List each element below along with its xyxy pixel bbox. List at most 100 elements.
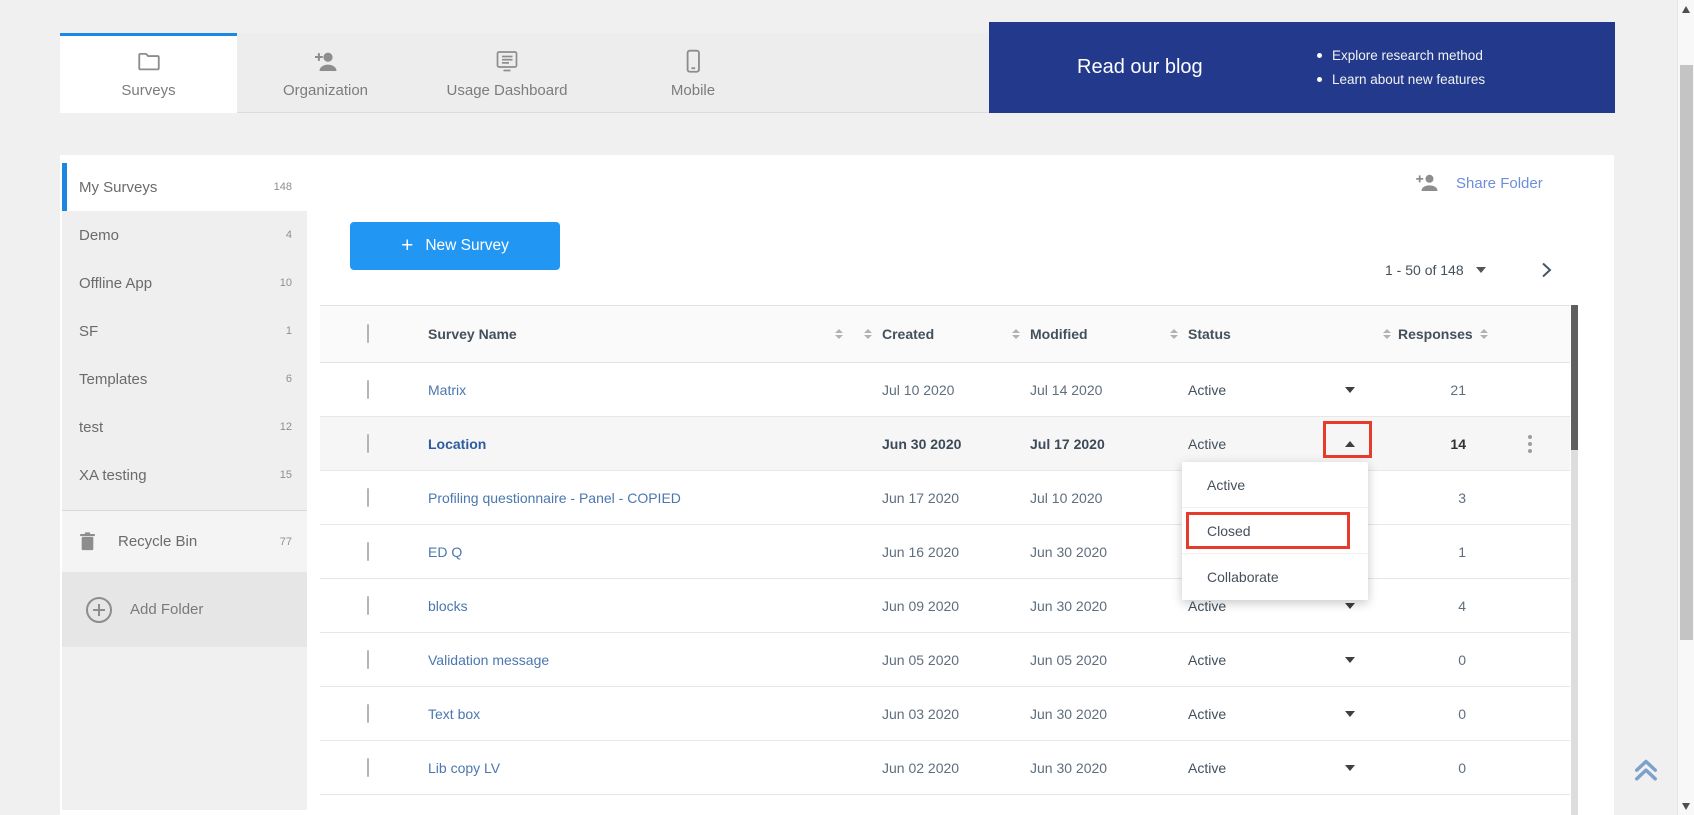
caret-down-icon — [1345, 387, 1355, 393]
status-dropdown-toggle[interactable] — [1320, 441, 1380, 447]
status-dropdown-toggle[interactable] — [1320, 657, 1380, 663]
survey-name-link[interactable]: Profiling questionnaire - Panel - COPIED — [420, 490, 855, 506]
header-modified: Modified — [1030, 326, 1088, 342]
created-date: Jun 02 2020 — [855, 760, 1005, 776]
bullet-dot-icon — [1317, 77, 1322, 82]
row-checkbox[interactable] — [367, 434, 369, 453]
table-header-row: Survey Name Created Modified Status Resp… — [320, 305, 1570, 363]
folder-count: 6 — [286, 373, 292, 385]
scroll-to-top-button[interactable] — [1631, 753, 1661, 785]
dashboard-icon — [493, 48, 521, 76]
folder-count: 12 — [280, 421, 292, 433]
sidebar-item-demo[interactable]: Demo 4 — [62, 211, 307, 259]
header-survey-name: Survey Name — [428, 326, 517, 342]
status-dropdown-toggle[interactable] — [1320, 765, 1380, 771]
sort-icon[interactable] — [835, 329, 843, 339]
row-checkbox[interactable] — [367, 758, 369, 777]
sort-icon[interactable] — [1480, 329, 1488, 339]
double-chevron-up-icon — [1631, 753, 1661, 785]
row-checkbox[interactable] — [367, 542, 369, 561]
survey-name-link[interactable]: ED Q — [420, 544, 855, 560]
add-folder-button[interactable]: Add Folder — [62, 572, 307, 647]
sidebar-item-xa-testing[interactable]: XA testing 15 — [62, 451, 307, 499]
select-all-checkbox[interactable] — [367, 324, 369, 343]
pagination-dropdown[interactable]: 1 - 50 of 148 — [1385, 259, 1486, 281]
responses-count: 0 — [1380, 760, 1490, 776]
row-checkbox[interactable] — [367, 704, 369, 723]
sidebar-item-sf[interactable]: SF 1 — [62, 307, 307, 355]
header-created: Created — [882, 326, 934, 342]
scrollbar-down-arrow-icon[interactable] — [1682, 803, 1690, 810]
row-checkbox[interactable] — [367, 488, 369, 507]
modified-date: Jul 17 2020 — [1005, 436, 1162, 452]
status-dropdown-toggle[interactable] — [1320, 387, 1380, 393]
responses-count: 0 — [1380, 652, 1490, 668]
new-survey-button[interactable]: + New Survey — [350, 222, 560, 270]
next-page-button[interactable] — [1534, 258, 1558, 282]
sidebar-item-test[interactable]: test 12 — [62, 403, 307, 451]
created-date: Jun 17 2020 — [855, 490, 1005, 506]
sidebar-filler — [62, 647, 307, 810]
row-checkbox[interactable] — [367, 650, 369, 669]
survey-name-link[interactable]: Location — [420, 436, 855, 452]
surveys-table: Survey Name Created Modified Status Resp… — [320, 305, 1570, 795]
created-date: Jun 16 2020 — [855, 544, 1005, 560]
folder-count: 15 — [280, 469, 292, 481]
sort-icon[interactable] — [864, 329, 872, 339]
modified-date: Jun 30 2020 — [1005, 760, 1162, 776]
tab-organization[interactable]: Organization — [237, 33, 414, 113]
status-option-collaborate[interactable]: Collaborate — [1182, 554, 1368, 600]
responses-count: 14 — [1380, 436, 1490, 452]
responses-count: 4 — [1380, 598, 1490, 614]
blog-banner[interactable]: Read our blog Explore research method Le… — [989, 22, 1615, 113]
row-checkbox[interactable] — [367, 380, 369, 399]
status-dropdown-toggle[interactable] — [1320, 711, 1380, 717]
modified-date: Jun 05 2020 — [1005, 652, 1162, 668]
responses-count: 21 — [1380, 382, 1490, 398]
chevron-right-icon — [1537, 261, 1555, 279]
recycle-bin-item[interactable]: Recycle Bin 77 — [62, 510, 307, 572]
status-dropdown-toggle[interactable] — [1320, 603, 1380, 609]
table-body: Matrix Jul 10 2020 Jul 14 2020 Active 21… — [320, 363, 1570, 795]
table-row-profiling-questionnaire-panel-copied: Profiling questionnaire - Panel - COPIED… — [320, 471, 1570, 525]
new-survey-label: New Survey — [425, 237, 509, 255]
scrollbar-up-arrow-icon[interactable] — [1682, 6, 1690, 13]
sort-icon[interactable] — [1170, 329, 1178, 339]
sidebar-item-my-surveys[interactable]: My Surveys 148 — [62, 163, 307, 211]
tab-label: Organization — [283, 82, 368, 99]
row-menu-icon[interactable] — [1524, 431, 1536, 457]
tab-label: Mobile — [671, 82, 715, 99]
survey-name-link[interactable]: Lib copy LV — [420, 760, 855, 776]
row-checkbox[interactable] — [367, 596, 369, 615]
folder-count: 4 — [286, 229, 292, 241]
mobile-icon — [680, 48, 706, 76]
sidebar-item-offline-app[interactable]: Offline App 10 — [62, 259, 307, 307]
survey-name-link[interactable]: Validation message — [420, 652, 855, 668]
tab-usage-dashboard[interactable]: Usage Dashboard — [414, 33, 600, 113]
survey-name-link[interactable]: Matrix — [420, 382, 855, 398]
survey-name-link[interactable]: blocks — [420, 598, 855, 614]
folder-label: XA testing — [79, 467, 280, 484]
created-date: Jul 10 2020 — [855, 382, 1005, 398]
tab-mobile[interactable]: Mobile — [600, 33, 786, 113]
sort-icon[interactable] — [1012, 329, 1020, 339]
share-folder-button[interactable]: Share Folder — [1415, 170, 1543, 196]
status-option-active[interactable]: Active — [1182, 462, 1368, 508]
survey-name-link[interactable]: Text box — [420, 706, 855, 722]
banner-bullet: Learn about new features — [1317, 72, 1485, 87]
recycle-bin-label: Recycle Bin — [118, 533, 258, 550]
sidebar-item-templates[interactable]: Templates 6 — [62, 355, 307, 403]
table-scrollbar-thumb[interactable] — [1571, 305, 1578, 450]
plus-icon: + — [401, 235, 413, 256]
tab-surveys[interactable]: Surveys — [60, 33, 237, 113]
responses-count: 1 — [1380, 544, 1490, 560]
sort-icon[interactable] — [1383, 329, 1391, 339]
table-row-blocks: blocks Jun 09 2020 Jun 30 2020 Active 4 — [320, 579, 1570, 633]
created-date: Jun 09 2020 — [855, 598, 1005, 614]
tab-label: Usage Dashboard — [447, 82, 568, 99]
folder-count: 10 — [280, 277, 292, 289]
status-option-closed[interactable]: Closed — [1182, 508, 1368, 554]
trash-icon — [79, 532, 96, 551]
person-add-icon — [1415, 172, 1441, 194]
window-scrollbar-thumb[interactable] — [1680, 65, 1693, 640]
